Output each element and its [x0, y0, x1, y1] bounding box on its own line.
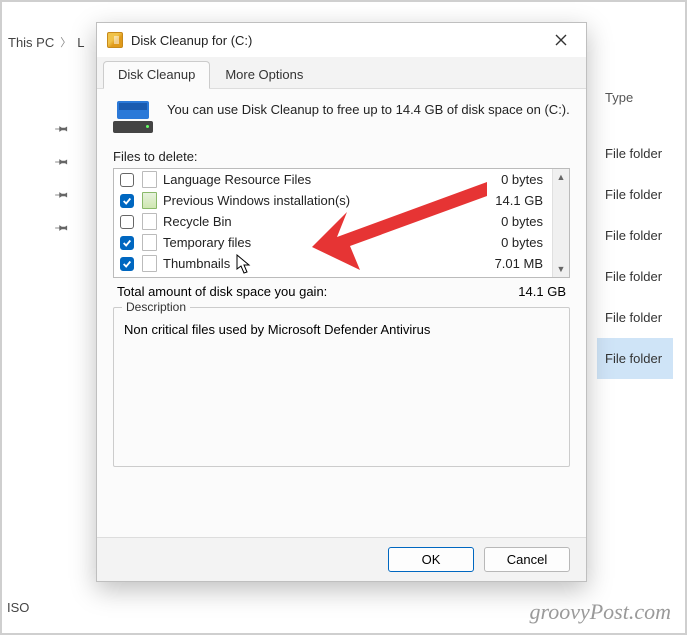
file-label: Temporary files — [163, 235, 501, 250]
document-icon — [142, 255, 157, 272]
windows-install-icon — [142, 192, 157, 209]
checkbox[interactable] — [120, 257, 134, 271]
titlebar[interactable]: Disk Cleanup for (C:) — [97, 23, 586, 57]
tab-disk-cleanup[interactable]: Disk Cleanup — [103, 61, 210, 88]
breadcrumb[interactable]: This PC 〉 L — [8, 34, 84, 50]
list-item[interactable]: File folder — [605, 215, 673, 256]
list-item[interactable]: File folder — [597, 338, 673, 379]
scrollbar[interactable]: ▲ ▼ — [552, 169, 569, 277]
file-row[interactable]: Thumbnails7.01 MB — [114, 253, 569, 274]
description-group: Description Non critical files used by M… — [113, 307, 570, 467]
description-text: Non critical files used by Microsoft Def… — [124, 322, 559, 337]
list-item[interactable]: File folder — [605, 297, 673, 338]
file-label: Thumbnails — [163, 256, 495, 271]
document-icon — [142, 171, 157, 188]
file-row[interactable]: Recycle Bin0 bytes — [114, 211, 569, 232]
file-label: Previous Windows installation(s) — [163, 193, 495, 208]
document-icon — [142, 213, 157, 230]
file-row[interactable]: Temporary files0 bytes — [114, 232, 569, 253]
files-listbox[interactable]: Language Resource Files0 bytesPrevious W… — [113, 168, 570, 278]
intro-text: You can use Disk Cleanup to free up to 1… — [167, 101, 570, 137]
dialog-title: Disk Cleanup for (C:) — [131, 33, 542, 48]
drive-icon — [113, 101, 153, 137]
close-icon — [555, 34, 567, 46]
checkbox[interactable] — [120, 215, 134, 229]
explorer-type-column: Type File folder File folder File folder… — [605, 90, 673, 379]
chevron-right-icon: 〉 — [60, 34, 71, 50]
scroll-up-icon[interactable]: ▲ — [557, 169, 566, 185]
dialog-footer: OK Cancel — [97, 537, 586, 581]
list-item[interactable]: File folder — [605, 133, 673, 174]
checkbox[interactable] — [120, 236, 134, 250]
total-label: Total amount of disk space you gain: — [117, 284, 518, 299]
document-icon — [142, 234, 157, 251]
breadcrumb-level1[interactable]: This PC — [8, 35, 54, 50]
pin-icon — [56, 188, 70, 205]
files-to-delete-label: Files to delete: — [113, 149, 570, 164]
checkbox[interactable] — [120, 173, 134, 187]
total-row: Total amount of disk space you gain: 14.… — [113, 278, 570, 301]
list-item[interactable]: File folder — [605, 256, 673, 297]
tab-more-options[interactable]: More Options — [210, 61, 318, 88]
disk-cleanup-dialog: Disk Cleanup for (C:) Disk Cleanup More … — [96, 22, 587, 582]
total-value: 14.1 GB — [518, 284, 566, 299]
breadcrumb-level2[interactable]: L — [77, 35, 84, 50]
file-row[interactable]: Previous Windows installation(s)14.1 GB — [114, 190, 569, 211]
scroll-down-icon[interactable]: ▼ — [557, 261, 566, 277]
dialog-body: You can use Disk Cleanup to free up to 1… — [97, 89, 586, 537]
file-row[interactable]: Language Resource Files0 bytes — [114, 169, 569, 190]
pin-icon — [56, 155, 70, 172]
watermark: groovyPost.com — [529, 599, 671, 625]
checkbox[interactable] — [120, 194, 134, 208]
pin-icon — [56, 122, 70, 139]
disk-cleanup-icon — [107, 32, 123, 48]
sidebar-item-truncated[interactable]: ISO — [7, 600, 29, 615]
description-legend: Description — [122, 300, 190, 314]
pin-icon — [56, 221, 70, 238]
close-button[interactable] — [542, 23, 580, 57]
file-label: Recycle Bin — [163, 214, 501, 229]
column-header-type[interactable]: Type — [605, 90, 673, 105]
list-item[interactable]: File folder — [605, 174, 673, 215]
ok-button[interactable]: OK — [388, 547, 474, 572]
cancel-button[interactable]: Cancel — [484, 547, 570, 572]
tabstrip: Disk Cleanup More Options — [97, 57, 586, 89]
sidebar-quick-access — [56, 122, 70, 238]
file-label: Language Resource Files — [163, 172, 501, 187]
